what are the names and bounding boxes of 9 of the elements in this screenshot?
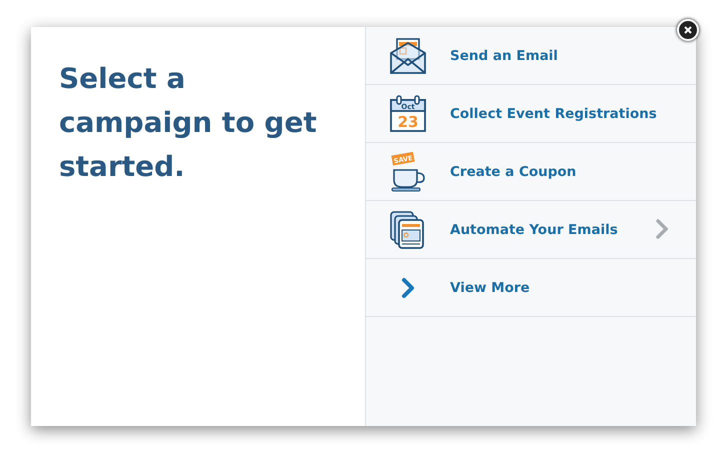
campaign-option[interactable]: View More bbox=[366, 259, 696, 316]
close-button[interactable] bbox=[677, 19, 699, 41]
campaign-option[interactable]: Automate Your Emails bbox=[366, 201, 696, 258]
envelope-icon bbox=[389, 36, 427, 74]
close-icon bbox=[684, 26, 692, 34]
chevron-right-icon bbox=[401, 276, 415, 298]
campaign-option[interactable]: Send an Email bbox=[366, 27, 696, 84]
documents-icon bbox=[389, 210, 427, 250]
heading: Select a campaign to get started. bbox=[59, 61, 318, 185]
